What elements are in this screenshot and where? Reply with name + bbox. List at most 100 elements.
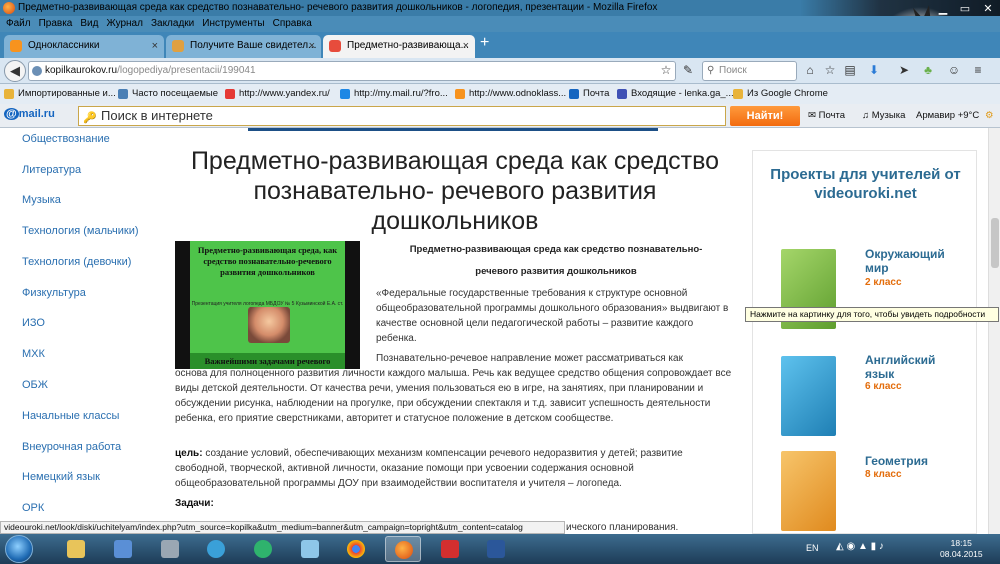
menu-history[interactable]: Журнал <box>102 16 147 32</box>
find-button[interactable]: Найти! <box>730 106 800 126</box>
taskbar-network[interactable] <box>105 536 141 562</box>
inbox-icon <box>617 89 627 99</box>
reader-icon[interactable]: ▤ <box>842 62 858 78</box>
bookmark-most-visited[interactable]: Часто посещаемые <box>118 84 218 104</box>
mail-link[interactable]: ✉ Почта <box>808 110 845 121</box>
sidebar-item-social-studies[interactable]: Обществознание <box>22 133 110 145</box>
sidebar-item-ork[interactable]: ОРК <box>22 502 44 514</box>
tasks-heading: Задачи: <box>175 496 735 511</box>
close-tab-icon[interactable]: × <box>463 35 469 57</box>
bookmark-star-icon[interactable]: ☆ <box>822 62 838 78</box>
page-content: Обществознание Литература Музыка Техноло… <box>0 128 988 534</box>
firefox-icon <box>3 2 15 14</box>
bookmark-mail[interactable]: Почта <box>569 84 609 104</box>
bookmark-yandex[interactable]: http://www.yandex.ru/ <box>225 84 330 104</box>
sidebar-item-german[interactable]: Немецкий язык <box>22 471 100 483</box>
menu-icon[interactable]: ≡ <box>970 62 986 78</box>
sidebar-item-primary[interactable]: Начальные классы <box>22 410 119 422</box>
bookmark-chrome-folder[interactable]: Из Google Chrome <box>733 84 828 104</box>
sidebar-item-extracurricular[interactable]: Внеурочная работа <box>22 441 121 453</box>
settings-gear-icon[interactable]: ⚙ <box>985 110 994 121</box>
explorer-icon <box>67 540 85 558</box>
ad-item-name-2[interactable]: Английский язык <box>865 353 945 381</box>
videouroki-ad[interactable]: Проекты для учителей от videouroki.net О… <box>752 150 977 534</box>
sidebar-item-literature[interactable]: Литература <box>22 164 81 176</box>
presentation-thumbnail[interactable]: Предметно-развивающая среда, как средств… <box>175 241 360 369</box>
download-icon[interactable]: ⬇ <box>866 62 882 78</box>
network-icon <box>114 540 132 558</box>
menu-help[interactable]: Справка <box>269 16 316 32</box>
avira-icon <box>441 540 459 558</box>
star-icon[interactable]: ☆ <box>658 62 674 78</box>
sidebar-item-mhk[interactable]: МХК <box>22 348 45 360</box>
bookmark-odnoklassniki[interactable]: http://www.odnoklass... <box>455 84 566 104</box>
language-indicator[interactable]: EN <box>806 543 819 553</box>
wrench-icon[interactable]: ✎ <box>680 62 696 78</box>
taskbar-files[interactable] <box>152 536 188 562</box>
tab-odnoklassniki[interactable]: Одноклассники × <box>4 35 164 58</box>
close-tab-icon[interactable]: × <box>152 35 158 57</box>
article-heading-line2: речевого развития дошкольников <box>475 266 637 277</box>
menu-bar: Файл Правка Вид Журнал Закладки Инструменты Сп… <box>0 16 1000 32</box>
mailru-search-input[interactable]: 🔑 Поиск в интернете <box>78 106 726 126</box>
taskbar-firefox[interactable] <box>385 536 421 562</box>
bookmark-imported[interactable]: Импортированные и... <box>4 84 116 104</box>
search-field[interactable]: ⚲ Поиск <box>702 61 797 81</box>
firefox-icon <box>395 541 413 559</box>
sidebar-item-pe[interactable]: Физкультура <box>22 287 86 299</box>
clock-time: 18:15 <box>950 538 972 548</box>
taskbar-chrome[interactable] <box>338 536 374 562</box>
taskbar-window[interactable] <box>292 536 328 562</box>
mailru-logo[interactable]: @ mail.ru <box>4 108 55 120</box>
ad-book-cover-2[interactable] <box>781 356 836 436</box>
goal-text: создание условий, обеспечивающих механиз… <box>175 448 683 489</box>
taskbar-word[interactable] <box>478 536 514 562</box>
send-icon[interactable]: ➤ <box>896 62 912 78</box>
bookmark-label: http://www.odnoklass... <box>469 88 567 99</box>
new-tab-button[interactable]: + <box>480 34 489 52</box>
taskbar-globe[interactable] <box>198 536 234 562</box>
weather-widget[interactable]: Армавир +9°C <box>916 110 979 121</box>
tab-presentation[interactable]: Предметно-развивающа... × <box>323 35 475 58</box>
menu-file[interactable]: Файл <box>0 16 35 32</box>
bookmark-mymail[interactable]: http://my.mail.ru/?fro... <box>340 84 448 104</box>
odnoklassniki-icon <box>455 89 465 99</box>
taskbar-agent[interactable] <box>245 536 281 562</box>
partial-text: ического планирования. <box>566 522 679 533</box>
tab-certificate[interactable]: Получите Ваше свидетел... × <box>166 35 321 58</box>
author-photo <box>248 307 290 343</box>
slide-background: Предметно-развивающая среда, как средств… <box>190 241 345 369</box>
vertical-scrollbar[interactable] <box>988 128 1000 534</box>
sidebar-item-technology-boys[interactable]: Технология (мальчики) <box>22 225 139 237</box>
scroll-thumb[interactable] <box>991 218 999 268</box>
music-link[interactable]: ♫ Музыка <box>862 110 905 121</box>
clock[interactable]: 18:15 08.04.2015 <box>940 538 983 560</box>
addon-icon[interactable]: ♣ <box>920 62 936 78</box>
taskbar-avira[interactable] <box>432 536 468 562</box>
bookmark-inbox[interactable]: Входящие - lenka.ga_... <box>617 84 734 104</box>
address-bar[interactable]: kopilkaurokov.ru/logopediya/presentacii/… <box>28 61 676 81</box>
sidebar-item-art[interactable]: ИЗО <box>22 317 45 329</box>
ad-item-name-1[interactable]: Окружающий мир <box>865 247 955 275</box>
home-icon[interactable]: ⌂ <box>802 62 818 78</box>
ad-book-cover-3[interactable] <box>781 451 836 531</box>
menu-tools[interactable]: Инструменты <box>198 16 268 32</box>
menu-view[interactable]: Вид <box>76 16 102 32</box>
sidebar-item-obzh[interactable]: ОБЖ <box>22 379 48 391</box>
ad-item-grade-3: 8 класс <box>865 469 902 480</box>
tray-icons[interactable]: ◭ ◉ ▲ ▮ ♪ <box>836 541 884 552</box>
smiley-icon[interactable]: ☺ <box>946 62 962 78</box>
sidebar-item-music[interactable]: Музыка <box>22 194 61 206</box>
close-tab-icon[interactable]: × <box>309 35 315 57</box>
status-url: videouroki.net/look/diski/uchitelyam/ind… <box>0 521 565 534</box>
start-button[interactable] <box>5 535 33 563</box>
sidebar-item-technology-girls[interactable]: Технология (девочки) <box>22 256 131 268</box>
search-placeholder: Поиск <box>719 65 747 76</box>
taskbar-explorer[interactable] <box>58 536 94 562</box>
ad-item-name-3[interactable]: Геометрия <box>865 454 928 468</box>
clock-date: 08.04.2015 <box>940 549 983 559</box>
menu-bookmarks[interactable]: Закладки <box>147 16 198 32</box>
back-button[interactable]: ◀ <box>4 60 26 82</box>
bookmark-label: Из Google Chrome <box>747 88 828 99</box>
menu-edit[interactable]: Правка <box>35 16 77 32</box>
